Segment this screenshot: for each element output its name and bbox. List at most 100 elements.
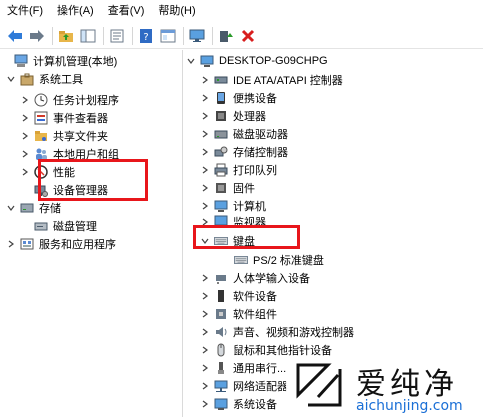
left-tree-item-label: 事件查看器 — [53, 113, 108, 125]
uninstall-x-icon[interactable] — [239, 27, 257, 45]
device-tree-item[interactable]: 人体学输入设备 — [200, 269, 310, 287]
chevron-right-icon[interactable] — [20, 149, 30, 159]
console-icon[interactable] — [159, 27, 177, 45]
chevron-right-icon[interactable] — [200, 273, 210, 283]
toolbar-separator — [132, 26, 133, 45]
disk-drive-icon — [214, 127, 228, 141]
toolbar-separator — [52, 26, 53, 45]
network-adapter-icon — [214, 379, 228, 393]
device-tree-item[interactable]: 打印队列 — [200, 161, 277, 179]
toolbar-separator — [103, 26, 104, 45]
monitor-icon[interactable] — [188, 27, 206, 45]
chevron-right-icon[interactable] — [200, 291, 210, 301]
device-tree-item-label: 软件设备 — [233, 291, 277, 303]
chevron-right-icon[interactable] — [200, 309, 210, 319]
help-icon[interactable]: ? — [137, 27, 155, 45]
left-tree-item[interactable]: 任务计划程序 — [20, 91, 119, 109]
device-tree-item-label: 固件 — [233, 183, 255, 195]
device-tree-item[interactable]: 通用串行... — [200, 359, 286, 377]
left-tree-item[interactable]: 磁盘管理 — [20, 217, 97, 235]
left-tree-item-label: 系统工具 — [39, 74, 83, 86]
back-arrow-icon[interactable] — [6, 27, 24, 45]
menu-file[interactable]: 文件(F) — [0, 0, 50, 22]
device-tree-item[interactable]: 便携设备 — [200, 89, 277, 107]
device-tree-item[interactable]: 固件 — [200, 179, 255, 197]
left-tree-item[interactable]: 服务和应用程序 — [6, 235, 116, 253]
chevron-down-icon[interactable] — [6, 203, 16, 213]
left-tree-item[interactable]: 事件查看器 — [20, 109, 108, 127]
show-hide-tree-icon[interactable] — [79, 27, 97, 45]
services-icon — [20, 237, 34, 251]
menu-action[interactable]: 操作(A) — [50, 0, 101, 22]
device-tree-item[interactable]: 处理器 — [200, 107, 266, 125]
tools-icon — [20, 72, 34, 86]
device-tree-item-label: 便携设备 — [233, 93, 277, 105]
chevron-right-icon[interactable] — [200, 111, 210, 121]
menu-help[interactable]: 帮助(H) — [151, 0, 202, 22]
device-tree-item[interactable]: 磁盘驱动器 — [200, 125, 288, 143]
left-tree-item[interactable]: 存储 — [6, 199, 61, 217]
chevron-right-icon[interactable] — [20, 131, 30, 141]
device-tree-item[interactable]: 系统设备 — [200, 395, 277, 413]
storage-controller-icon — [214, 145, 228, 159]
device-tree-item[interactable]: IDE ATA/ATAPI 控制器 — [200, 71, 343, 89]
chevron-right-icon[interactable] — [200, 165, 210, 175]
computer-icon — [200, 54, 214, 68]
shared-folder-icon — [34, 129, 48, 143]
mouse-icon — [214, 343, 228, 357]
device-tree-item-label: DESKTOP-G09CHPG — [219, 55, 328, 67]
device-tree-item-label: 处理器 — [233, 111, 266, 123]
device-tree-item-label: IDE ATA/ATAPI 控制器 — [233, 75, 343, 87]
device-tree-item[interactable]: 声音、视频和游戏控制器 — [200, 323, 354, 341]
chevron-right-icon[interactable] — [200, 183, 210, 193]
device-tree-item[interactable]: 软件设备 — [200, 287, 277, 305]
chevron-right-icon[interactable] — [200, 201, 210, 211]
chevron-down-icon[interactable] — [6, 74, 16, 84]
left-tree-item[interactable]: 共享文件夹 — [20, 127, 108, 145]
device-tree-item-label: 网络适配器 — [233, 381, 288, 393]
update-driver-icon[interactable] — [217, 27, 235, 45]
chevron-right-icon[interactable] — [200, 363, 210, 373]
forward-arrow-icon[interactable] — [28, 27, 46, 45]
left-tree-item-label: 存储 — [39, 203, 61, 215]
device-tree-item[interactable]: 存储控制器 — [200, 143, 288, 161]
system-device-icon — [214, 397, 228, 411]
toolbar: ? — [0, 23, 483, 49]
device-tree-item-label: 声音、视频和游戏控制器 — [233, 327, 354, 339]
chevron-right-icon[interactable] — [20, 95, 30, 105]
chevron-down-icon[interactable] — [186, 56, 196, 66]
device-tree-item[interactable]: PS/2 标准键盘 — [220, 251, 324, 269]
device-tree-item[interactable]: 网络适配器 — [200, 377, 288, 395]
chevron-right-icon[interactable] — [200, 129, 210, 139]
chevron-right-icon[interactable] — [200, 381, 210, 391]
device-tree-item[interactable]: 软件组件 — [200, 305, 277, 323]
chevron-right-icon[interactable] — [20, 167, 30, 177]
highlight-box-keyboard — [193, 225, 300, 249]
chevron-right-icon[interactable] — [200, 75, 210, 85]
properties-icon[interactable] — [108, 27, 126, 45]
chevron-right-icon[interactable] — [200, 147, 210, 157]
device-tree-item[interactable]: DESKTOP-G09CHPG — [186, 52, 328, 70]
left-tree-item[interactable]: 系统工具 — [6, 70, 83, 88]
left-tree-item-label: 计算机管理(本地) — [33, 56, 118, 68]
chevron-right-icon[interactable] — [200, 399, 210, 409]
chevron-right-icon[interactable] — [200, 345, 210, 355]
left-tree-item[interactable]: 计算机管理(本地) — [0, 52, 117, 70]
computer-icon — [214, 199, 228, 213]
chevron-none — [20, 185, 30, 195]
left-tree-item-label: 服务和应用程序 — [39, 239, 116, 251]
audio-icon — [214, 325, 228, 339]
watermark-url: aichunjing.com — [356, 398, 463, 414]
clock-icon — [34, 93, 48, 107]
toolbar-separator — [183, 26, 184, 45]
chevron-right-icon[interactable] — [6, 239, 16, 249]
chevron-right-icon[interactable] — [20, 113, 30, 123]
chevron-right-icon[interactable] — [200, 93, 210, 103]
device-tree-item-label: 打印队列 — [233, 165, 277, 177]
chevron-right-icon[interactable] — [200, 327, 210, 337]
up-folder-icon[interactable] — [57, 27, 75, 45]
svg-text:?: ? — [143, 32, 148, 43]
menu-view[interactable]: 查看(V) — [101, 0, 152, 22]
device-tree-item-label: 存储控制器 — [233, 147, 288, 159]
usb-icon — [214, 361, 228, 375]
